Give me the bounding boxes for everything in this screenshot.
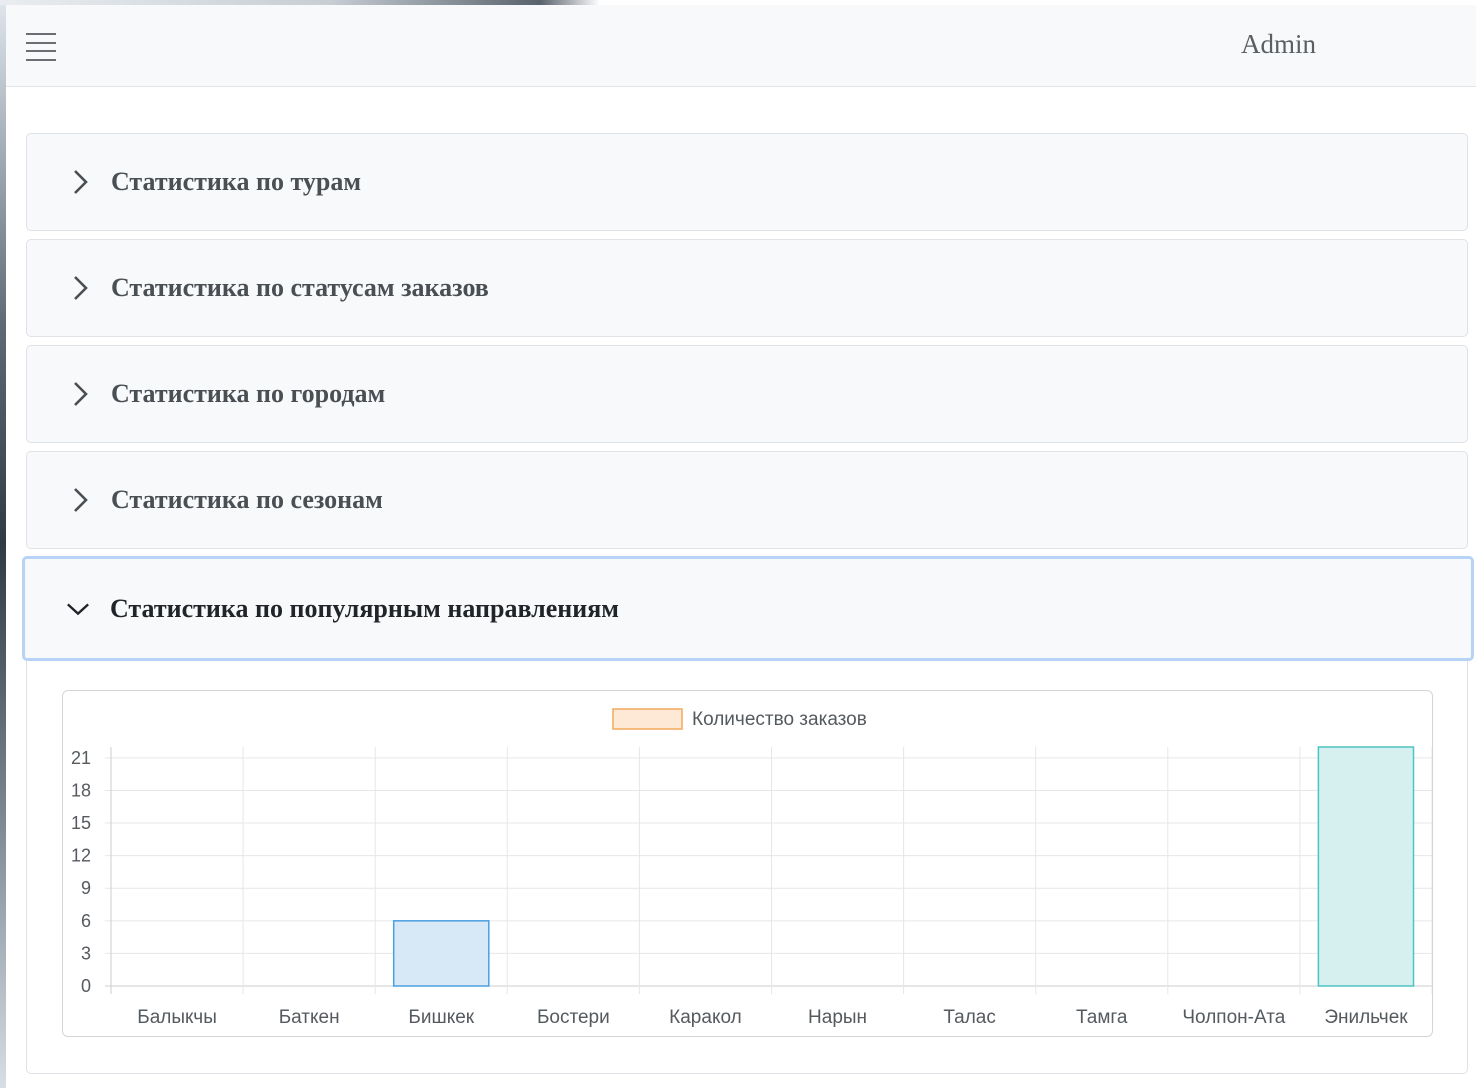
- accordion-title: Статистика по статусам заказов: [111, 273, 489, 302]
- y-tick-label: 12: [71, 846, 91, 866]
- x-tick-label: Балыкчы: [137, 1007, 217, 1028]
- y-tick-label: 21: [71, 748, 91, 768]
- accordion-item-seasons[interactable]: Статистика по сезонам: [26, 451, 1468, 549]
- y-tick-label: 6: [81, 911, 91, 931]
- accordion-item-tours[interactable]: Статистика по турам: [26, 133, 1468, 231]
- accordion-item-cities[interactable]: Статистика по городам: [26, 345, 1468, 443]
- x-tick-label: Каракол: [669, 1007, 742, 1028]
- x-tick-label: Энильчек: [1324, 1007, 1408, 1028]
- accordion-title: Статистика по сезонам: [111, 485, 383, 514]
- chevron-right-icon: [69, 488, 93, 512]
- x-tick-label: Тамга: [1076, 1007, 1128, 1028]
- user-menu[interactable]: Admin: [1241, 29, 1316, 60]
- x-tick-label: Бишкек: [408, 1007, 474, 1028]
- accordion-header-popular-destinations[interactable]: Статистика по популярным направлениям: [22, 556, 1474, 661]
- accordion-title: Статистика по популярным направлениям: [110, 593, 620, 623]
- x-tick-label: Баткен: [279, 1007, 340, 1028]
- legend-label: Количество заказов: [692, 709, 867, 730]
- x-tick-label: Чолпон-Ата: [1182, 1007, 1285, 1028]
- bar-chart: 0 3 6 9 12 15 18 21 Балыкчы Баткен Бишкек Бостери Ка…: [71, 708, 1433, 1028]
- chevron-down-icon: [66, 597, 90, 621]
- y-tick-label: 9: [81, 878, 91, 898]
- top-navbar: Admin: [6, 5, 1476, 87]
- chevron-right-icon: [69, 170, 93, 194]
- y-tick-label: 18: [71, 780, 91, 800]
- accordion-header-cities[interactable]: Статистика по городам: [27, 346, 1467, 442]
- accordion-item-order-statuses[interactable]: Статистика по статусам заказов: [26, 239, 1468, 337]
- background-decoration-left: [0, 0, 6, 1088]
- x-tick-label: Талас: [943, 1007, 995, 1028]
- chevron-right-icon: [69, 382, 93, 406]
- bar: [1317, 746, 1415, 987]
- chevron-right-icon: [69, 276, 93, 300]
- hamburger-icon[interactable]: [26, 33, 56, 61]
- y-tick-label: 0: [81, 976, 91, 996]
- accordion-title: Статистика по турам: [111, 167, 362, 196]
- accordion-header-tours[interactable]: Статистика по турам: [27, 134, 1467, 230]
- y-tick-label: 3: [81, 943, 91, 963]
- x-tick-label: Нарын: [808, 1007, 867, 1028]
- legend-swatch: [612, 708, 683, 730]
- accordion-header-seasons[interactable]: Статистика по сезонам: [27, 452, 1467, 548]
- accordion-title: Статистика по городам: [111, 379, 386, 408]
- y-tick-label: 15: [71, 813, 91, 833]
- bar: [392, 920, 490, 987]
- x-tick-label: Бостери: [537, 1007, 610, 1028]
- accordion-header-order-statuses[interactable]: Статистика по статусам заказов: [27, 240, 1467, 336]
- chart-container: 0 3 6 9 12 15 18 21 Балыкчы Баткен Бишкек Бостери Ка…: [62, 690, 1433, 1037]
